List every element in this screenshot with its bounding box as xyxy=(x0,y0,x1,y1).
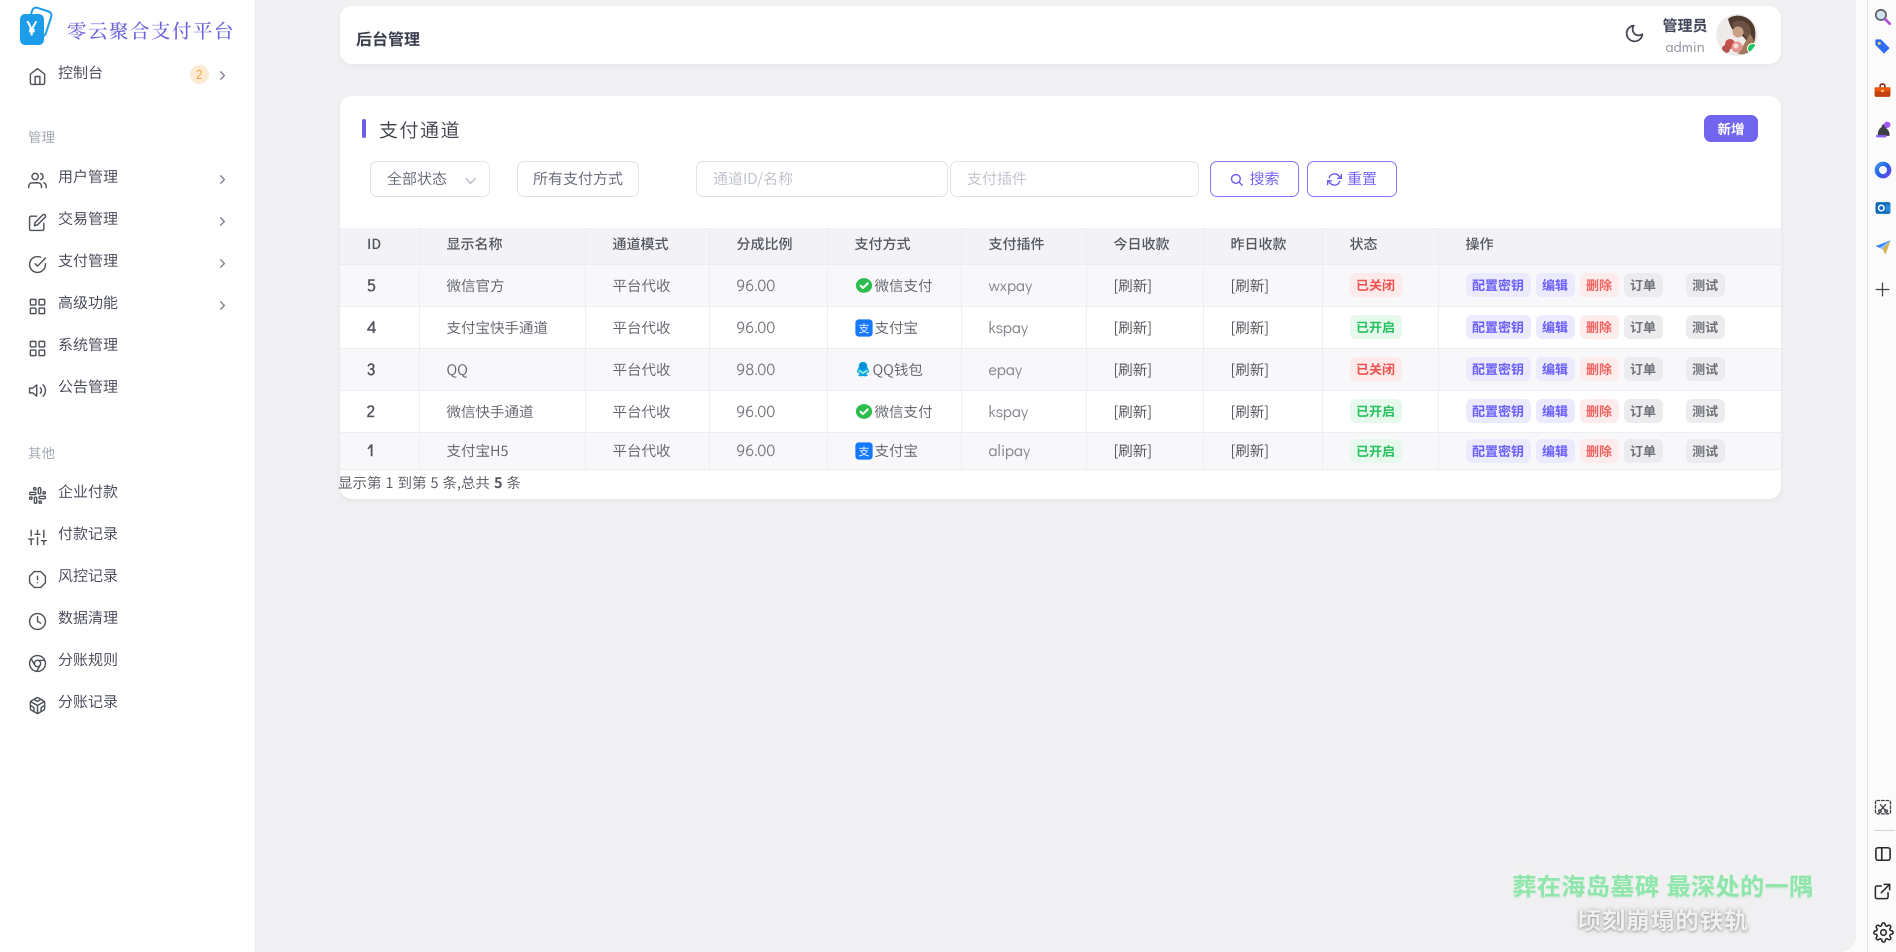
svg-text:支: 支 xyxy=(858,443,869,459)
svg-text:支: 支 xyxy=(858,320,869,336)
